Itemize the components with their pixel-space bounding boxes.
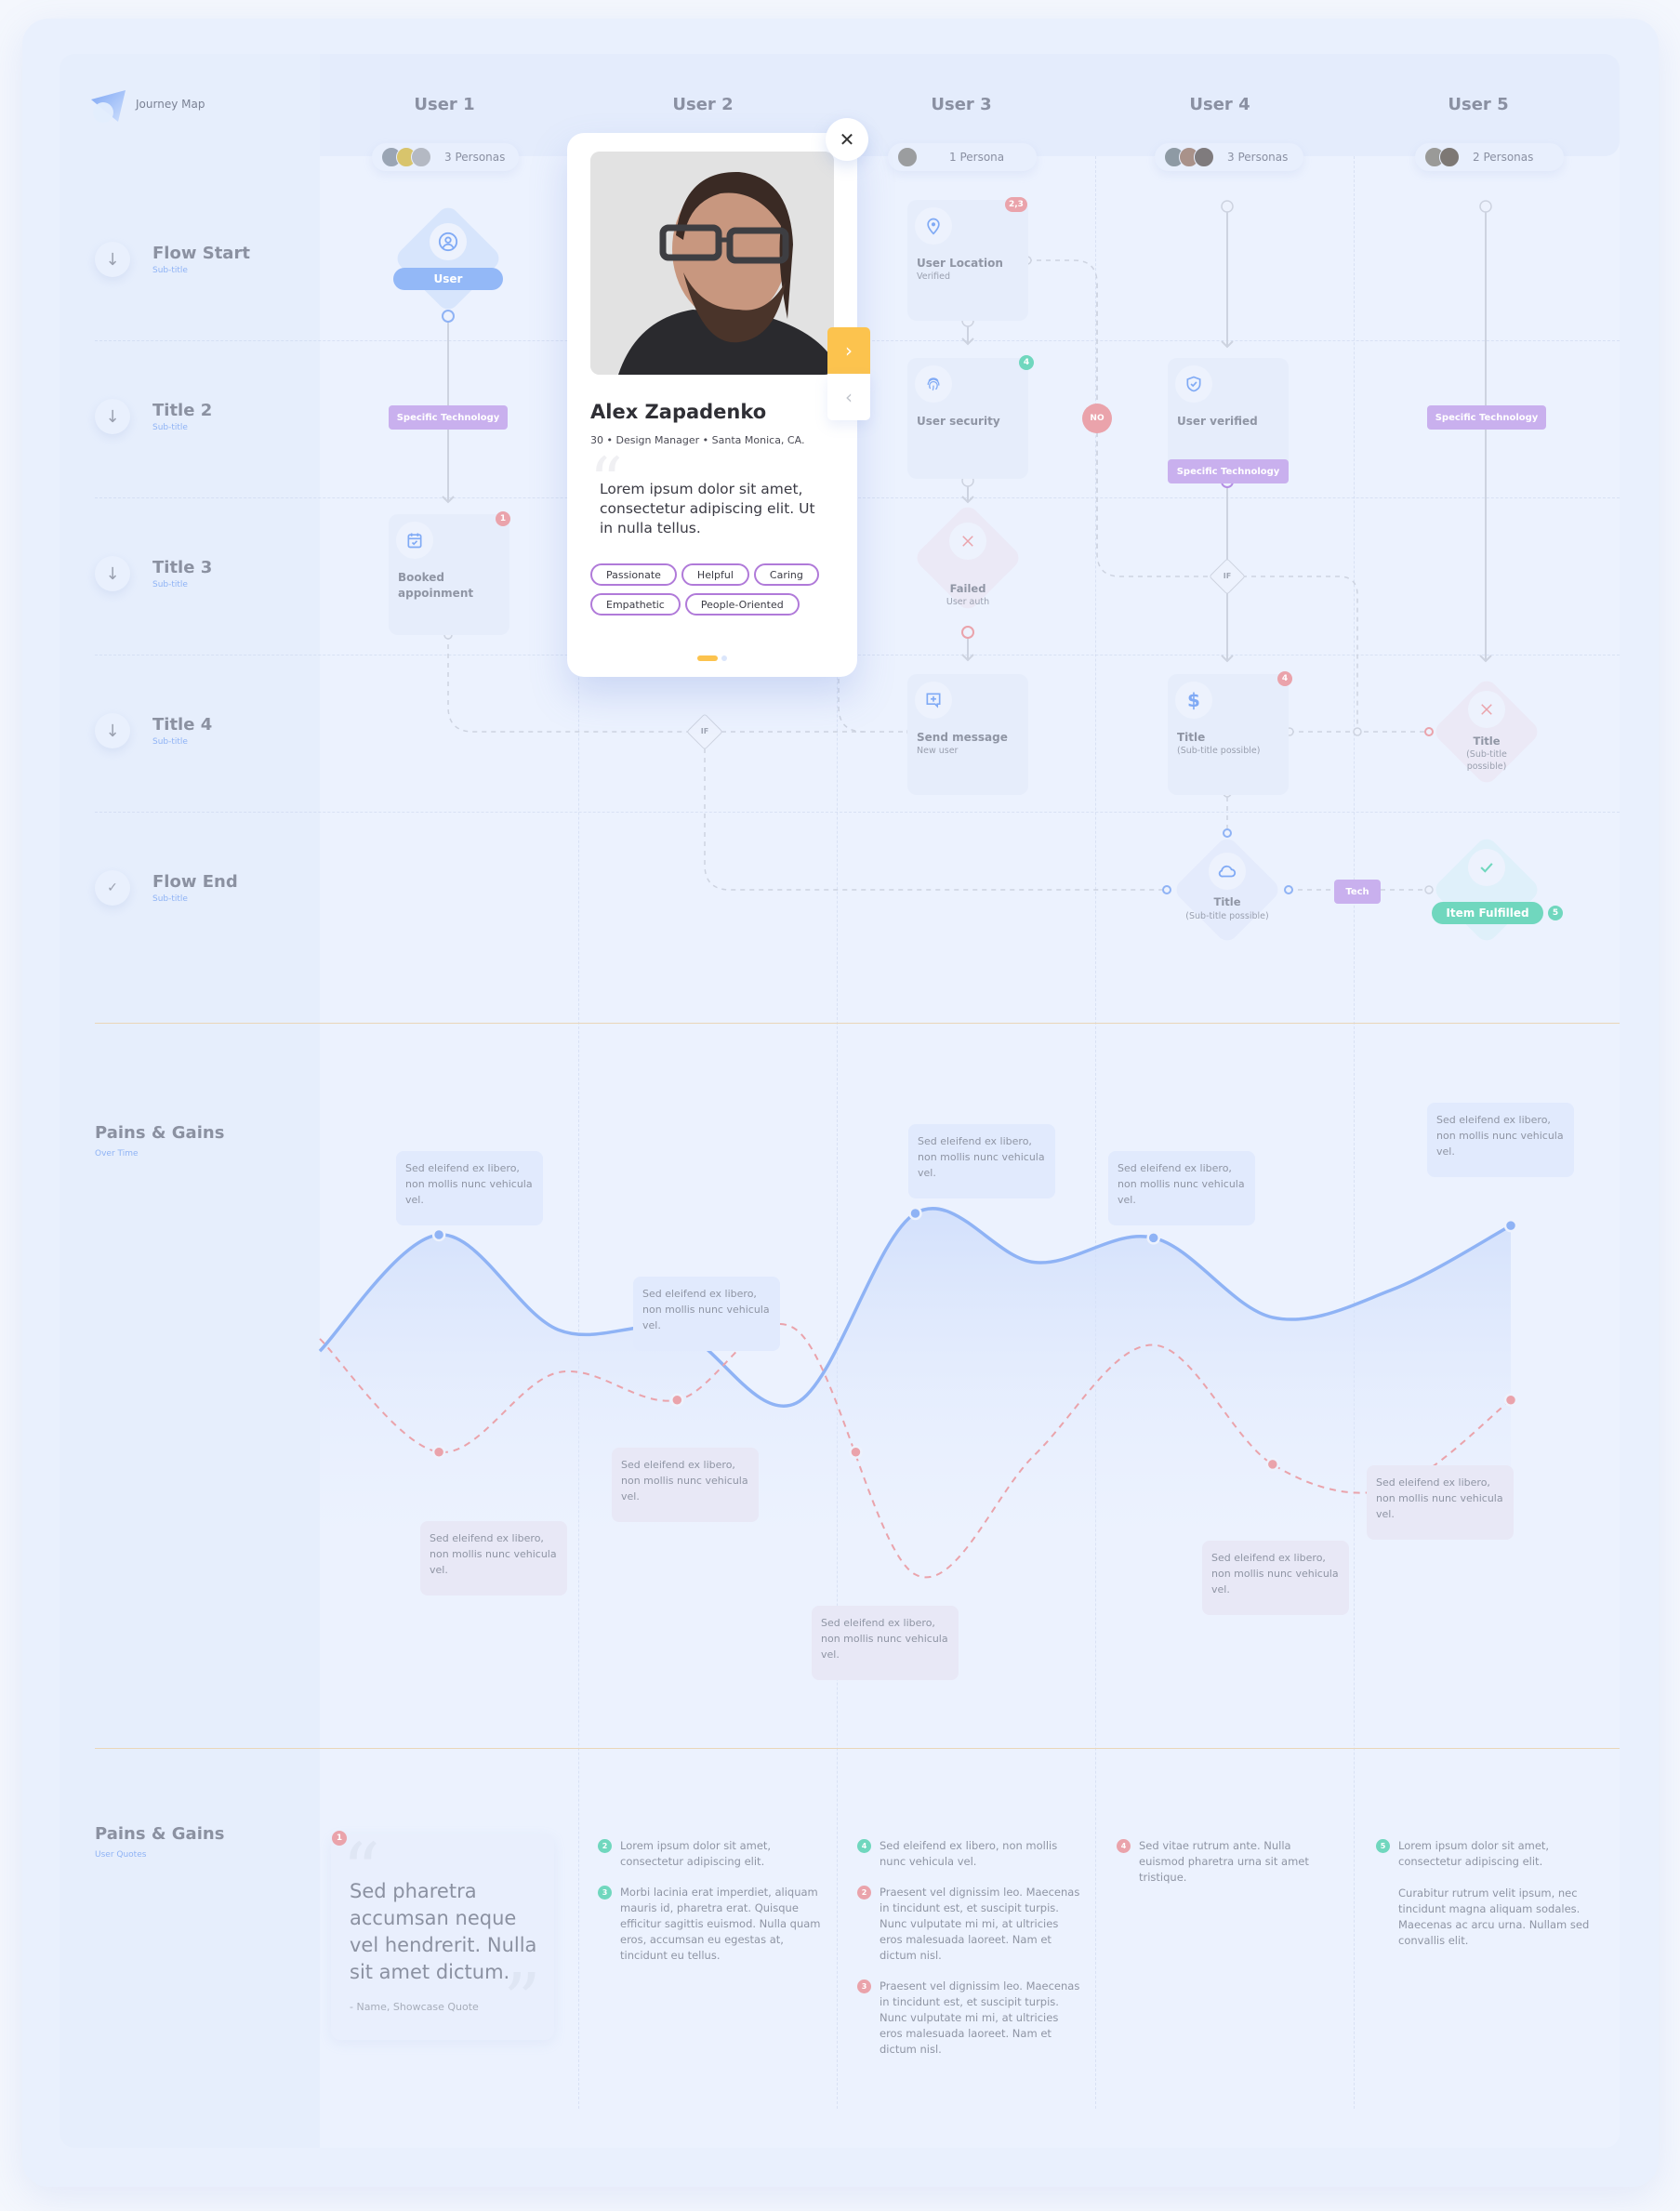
badge: 1 bbox=[332, 1831, 347, 1846]
quote-text: Praesent vel dignissim leo. Maecenas in … bbox=[880, 1979, 1080, 2056]
quote-text: Lorem ipsum dolor sit amet, consectetur … bbox=[620, 1839, 772, 1868]
gain-tooltip: Sed eleifend ex libero, non mollis nunc … bbox=[908, 1124, 1055, 1198]
pains-point bbox=[849, 1445, 863, 1459]
quote-text: Curabitur rutrum velit ipsum, nec tincid… bbox=[1398, 1887, 1590, 1947]
gain-quote-item: 3 Morbi lacinia erat imperdiet, aliquam m… bbox=[598, 1885, 821, 1964]
quote-number-badge: 3 bbox=[857, 1979, 871, 1993]
quote-number-badge: 2 bbox=[857, 1886, 871, 1900]
gain-tooltip: Sed eleifend ex libero, non mollis nunc … bbox=[633, 1277, 780, 1351]
quote-number-badge: 2 bbox=[598, 1839, 612, 1853]
gain-tooltip: Sed eleifend ex libero, non mollis nunc … bbox=[396, 1151, 543, 1225]
quote-number-badge: 4 bbox=[1117, 1839, 1131, 1853]
gains-point bbox=[1146, 1231, 1160, 1245]
gains-point bbox=[908, 1206, 922, 1221]
pains-point bbox=[1503, 1393, 1518, 1408]
pain-tooltip: Sed eleifend ex libero, non mollis nunc … bbox=[1367, 1465, 1514, 1540]
quote-text: Sed eleifend ex libero, non mollis nunc … bbox=[880, 1839, 1058, 1868]
gain-tooltip: Sed eleifend ex libero, non mollis nunc … bbox=[1108, 1151, 1255, 1225]
quote-text: Lorem ipsum dolor sit amet, consectetur … bbox=[1398, 1839, 1550, 1868]
quote-text: Praesent vel dignissim leo. Maecenas in … bbox=[880, 1886, 1080, 1962]
quote-text: Sed vitae rutrum ante. Nulla euismod pha… bbox=[1139, 1839, 1309, 1884]
pains-point bbox=[1265, 1457, 1280, 1472]
gain-quote-item: 5 Lorem ipsum dolor sit amet, consectetur… bbox=[1376, 1838, 1599, 1949]
pain-quote-item: 3 Praesent vel dignissim leo. Maecenas in… bbox=[857, 1979, 1080, 2058]
pain-tooltip: Sed eleifend ex libero, non mollis nunc … bbox=[420, 1521, 567, 1595]
pain-tooltip: Sed eleifend ex libero, non mollis nunc … bbox=[612, 1448, 759, 1522]
pain-tooltip: Sed eleifend ex libero, non mollis nunc … bbox=[812, 1606, 959, 1680]
pains-point bbox=[670, 1393, 684, 1408]
pain-quote-item: 4 Sed vitae rutrum ante. Nulla euismod ph… bbox=[1117, 1838, 1340, 1886]
quotes-section-subtitle: User Quotes bbox=[95, 1850, 147, 1860]
quotes-column: 4 Sed eleifend ex libero, non mollis nunc… bbox=[857, 1838, 1080, 2072]
quote-number-badge: 5 bbox=[1376, 1839, 1390, 1853]
showcase-quote-card: “ ” Sed pharetra accumsan neque vel hend… bbox=[331, 1834, 554, 2040]
gain-quote-item: 4 Sed eleifend ex libero, non mollis nunc… bbox=[857, 1838, 1080, 1870]
quote-number-badge: 3 bbox=[598, 1886, 612, 1900]
pains-point bbox=[431, 1445, 446, 1459]
quote-text: Morbi lacinia erat imperdiet, aliquam ma… bbox=[620, 1886, 821, 1962]
quote-number-badge: 4 bbox=[857, 1839, 871, 1853]
showcase-quote-author: - Name, Showcase Quote bbox=[350, 2001, 479, 2013]
quotes-section-title: Pains & Gains bbox=[95, 1824, 225, 1844]
pain-tooltip: Sed eleifend ex libero, non mollis nunc … bbox=[1202, 1541, 1349, 1615]
gains-point bbox=[1503, 1218, 1518, 1233]
quotes-column: 5 Lorem ipsum dolor sit amet, consectetur… bbox=[1376, 1838, 1599, 1964]
quotes-column: 2 Lorem ipsum dolor sit amet, consectetur… bbox=[598, 1838, 821, 1979]
showcase-quote-text: Sed pharetra accumsan neque vel hendreri… bbox=[350, 1880, 537, 1983]
gain-quote-item: 2 Lorem ipsum dolor sit amet, consectetur… bbox=[598, 1838, 821, 1870]
gains-point bbox=[431, 1227, 446, 1242]
pain-quote-item: 2 Praesent vel dignissim leo. Maecenas in… bbox=[857, 1885, 1080, 1964]
quotes-column: 4 Sed vitae rutrum ante. Nulla euismod ph… bbox=[1117, 1838, 1340, 1900]
gain-tooltip: Sed eleifend ex libero, non mollis nunc … bbox=[1427, 1103, 1574, 1177]
